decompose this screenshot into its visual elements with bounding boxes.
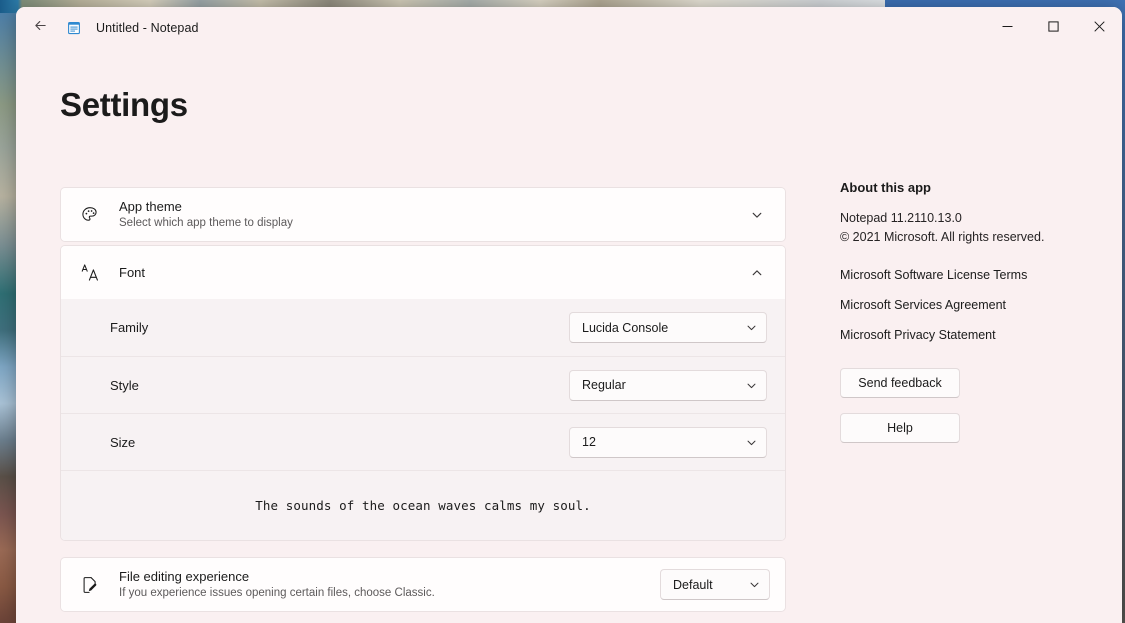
back-arrow-icon — [33, 18, 48, 38]
chevron-up-icon — [744, 260, 770, 286]
about-version: Notepad 11.2110.13.0 — [840, 209, 1110, 228]
font-family-value: Lucida Console — [582, 321, 730, 335]
file-editing-dropdown[interactable]: Default — [660, 569, 770, 600]
font-style-label: Style — [110, 378, 139, 393]
settings-column: App theme Select which app theme to disp… — [60, 187, 786, 615]
close-button[interactable] — [1076, 7, 1122, 48]
font-expander[interactable]: Font — [61, 246, 785, 299]
about-buttons: Send feedback Help — [840, 368, 1110, 443]
font-preview-area: The sounds of the ocean waves calms my s… — [61, 470, 785, 540]
link-privacy-statement[interactable]: Microsoft Privacy Statement — [840, 328, 996, 342]
font-size-value: 12 — [582, 435, 730, 449]
file-editing-subtitle: If you experience issues opening certain… — [119, 586, 435, 601]
app-theme-subtitle: Select which app theme to display — [119, 216, 293, 231]
file-editing-title: File editing experience — [119, 568, 435, 585]
font-size-control: 12 — [569, 427, 767, 458]
minimize-button[interactable] — [984, 7, 1030, 48]
about-column: About this app Notepad 11.2110.13.0 © 20… — [840, 180, 1110, 443]
app-theme-title: App theme — [119, 198, 293, 215]
app-theme-texts: App theme Select which app theme to disp… — [119, 198, 293, 231]
setting-card-file-editing: File editing experience If you experienc… — [60, 557, 786, 612]
send-feedback-button[interactable]: Send feedback — [840, 368, 960, 398]
font-size-row: Size 12 — [61, 413, 785, 470]
chevron-down-icon — [746, 437, 757, 448]
link-software-license-terms[interactable]: Microsoft Software License Terms — [840, 268, 1027, 282]
font-expanded-body: Family Lucida Console — [61, 299, 785, 540]
font-title: Font — [119, 264, 145, 281]
font-family-label: Family — [110, 320, 148, 335]
maximize-icon — [1048, 19, 1059, 37]
back-button[interactable] — [20, 11, 60, 45]
about-links: Microsoft Software License Terms Microso… — [840, 268, 1110, 342]
page-title: Settings — [60, 86, 188, 124]
file-editing-texts: File editing experience If you experienc… — [119, 568, 435, 601]
font-family-row: Family Lucida Console — [61, 299, 785, 356]
notepad-settings-window: Untitled - Notepad Settings — [16, 7, 1122, 623]
font-style-control: Regular — [569, 370, 767, 401]
document-edit-icon — [79, 574, 101, 596]
notepad-icon — [66, 20, 82, 36]
palette-icon — [79, 204, 101, 226]
font-texts: Font — [119, 264, 145, 281]
minimize-icon — [1002, 19, 1013, 37]
font-style-row: Style Regular — [61, 356, 785, 413]
window-title: Untitled - Notepad — [96, 21, 199, 35]
font-size-dropdown[interactable]: 12 — [569, 427, 767, 458]
font-right — [744, 260, 770, 286]
link-services-agreement[interactable]: Microsoft Services Agreement — [840, 298, 1006, 312]
file-editing-right: Default — [660, 569, 770, 600]
font-size-label: Size — [110, 435, 135, 450]
font-preview-text: The sounds of the ocean waves calms my s… — [255, 498, 591, 513]
chevron-down-icon — [749, 579, 760, 590]
about-heading: About this app — [840, 180, 1110, 195]
title-bar: Untitled - Notepad — [16, 7, 1122, 48]
font-family-control: Lucida Console — [569, 312, 767, 343]
chevron-down-icon — [746, 322, 757, 333]
settings-page: Settings App theme — [16, 48, 1122, 623]
chevron-down-icon — [744, 202, 770, 228]
chevron-down-icon — [746, 380, 757, 391]
about-copyright: © 2021 Microsoft. All rights reserved. — [840, 228, 1110, 247]
setting-card-font: Font Family — [60, 245, 786, 541]
app-theme-right — [744, 202, 770, 228]
font-style-value: Regular — [582, 378, 730, 392]
font-family-dropdown[interactable]: Lucida Console — [569, 312, 767, 343]
maximize-button[interactable] — [1030, 7, 1076, 48]
file-editing-value: Default — [673, 578, 733, 592]
help-button[interactable]: Help — [840, 413, 960, 443]
font-size-icon — [79, 262, 101, 284]
caption-buttons — [984, 7, 1122, 48]
setting-card-app-theme: App theme Select which app theme to disp… — [60, 187, 786, 242]
app-theme-expander[interactable]: App theme Select which app theme to disp… — [61, 188, 785, 241]
font-style-dropdown[interactable]: Regular — [569, 370, 767, 401]
file-editing-row: File editing experience If you experienc… — [61, 558, 785, 611]
close-icon — [1094, 19, 1105, 37]
